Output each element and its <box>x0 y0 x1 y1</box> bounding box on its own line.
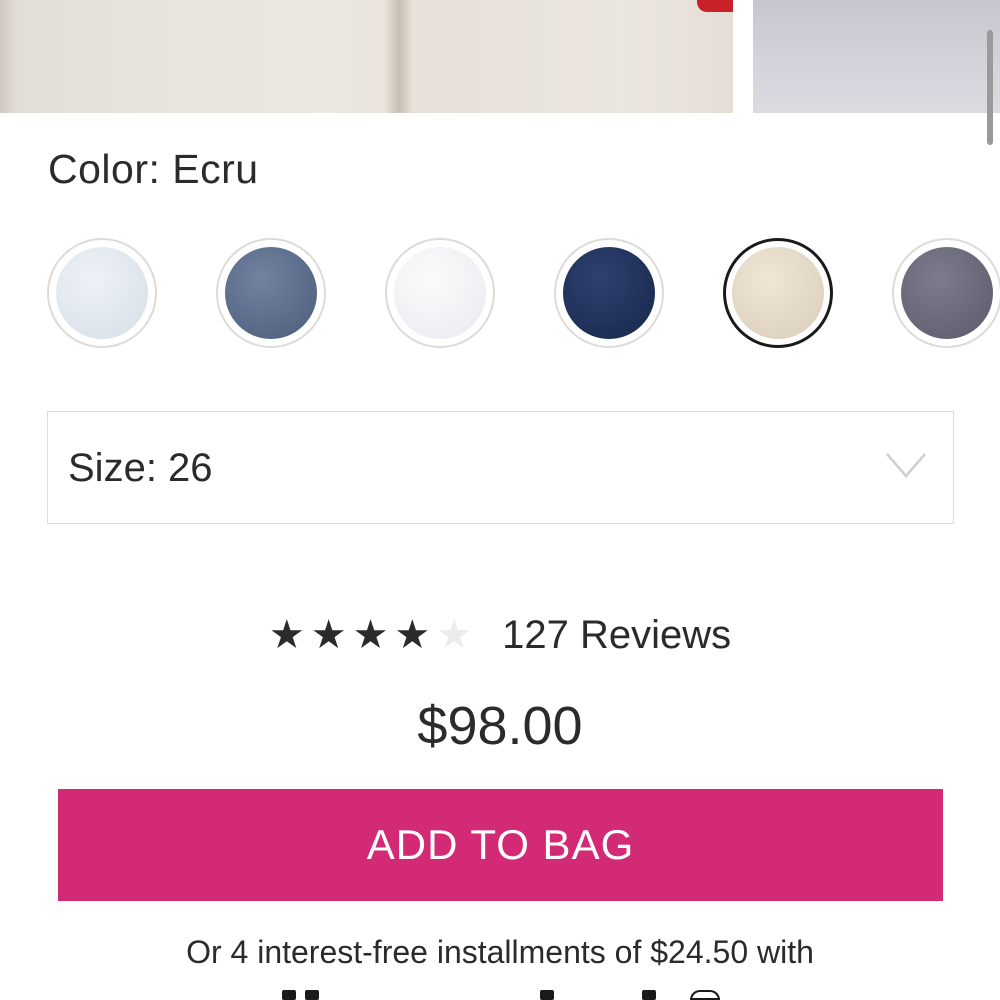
star-icon: ★ <box>394 613 431 657</box>
color-swatch-white[interactable] <box>385 238 495 348</box>
swatch-fill <box>225 247 317 339</box>
color-swatch-grey[interactable] <box>892 238 1000 348</box>
size-select[interactable]: Size: 26 <box>47 411 954 524</box>
star-icon: ★ <box>436 613 473 657</box>
size-label: Size: 26 <box>68 446 213 490</box>
price: $98.00 <box>417 696 583 756</box>
chevron-down-icon <box>886 453 926 478</box>
color-swatch-light-wash[interactable] <box>47 238 157 348</box>
add-to-bag-button[interactable]: ADD TO BAG <box>58 789 943 901</box>
scrollbar[interactable] <box>987 30 993 145</box>
swatch-fill <box>732 247 824 339</box>
logo-fragment <box>642 990 656 1000</box>
image-shadow <box>0 0 18 113</box>
swatch-fill <box>56 247 148 339</box>
image-fold <box>385 0 413 113</box>
installments-text: Or 4 interest-free installments of $24.5… <box>186 934 814 970</box>
payment-provider-logo <box>0 990 1000 1000</box>
logo-fragment <box>305 990 319 1000</box>
rating-summary: ★ ★ ★ ★ ★ 127 Reviews <box>0 605 1000 665</box>
color-swatch-ecru[interactable] <box>723 238 833 348</box>
product-image-thumbnail[interactable] <box>753 0 1000 113</box>
logo-fragment <box>540 990 554 1000</box>
color-swatch-dark-wash[interactable] <box>554 238 664 348</box>
star-icon: ★ <box>268 613 305 657</box>
swatch-fill <box>563 247 655 339</box>
star-icon: ★ <box>310 613 347 657</box>
logo-fragment <box>690 990 720 1000</box>
swatch-fill <box>394 247 486 339</box>
swatch-fill <box>901 247 993 339</box>
logo-fragment <box>282 990 296 1000</box>
star-icon: ★ <box>352 613 389 657</box>
product-image-main[interactable] <box>0 0 733 113</box>
color-swatch-medium-wash[interactable] <box>216 238 326 348</box>
reviews-link[interactable]: 127 Reviews <box>502 613 731 658</box>
image-accent <box>697 0 733 12</box>
star-rating: ★ ★ ★ ★ ★ <box>269 615 472 655</box>
color-label: Color: Ecru <box>48 146 259 192</box>
